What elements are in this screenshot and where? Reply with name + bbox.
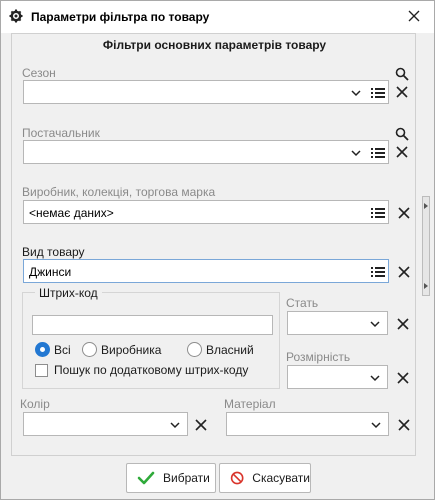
radio-all[interactable]: Всі <box>35 342 71 357</box>
list-icon[interactable] <box>371 147 385 159</box>
material-label: Матеріал <box>224 397 276 411</box>
barcode-group: Штрих-код Всі Виробника Власний Пошук по… <box>22 286 280 389</box>
manufacturer-field[interactable]: <немає даних> <box>23 200 389 224</box>
clear-season-icon[interactable] <box>395 85 409 99</box>
select-button[interactable]: Вибрати <box>126 463 216 493</box>
chevron-down-icon[interactable] <box>368 371 382 385</box>
color-label: Колір <box>20 397 50 411</box>
radio-manufacturer-label: Виробника <box>101 342 162 357</box>
chevron-down-icon[interactable] <box>368 317 382 331</box>
radio-own-label: Власний <box>206 342 254 357</box>
clear-supplier-icon[interactable] <box>395 145 409 159</box>
list-icon[interactable] <box>371 87 385 99</box>
chevron-down-icon[interactable] <box>369 418 383 432</box>
clear-size-icon[interactable] <box>396 371 410 385</box>
panel-header: Фільтри основних параметрів товару <box>102 38 327 52</box>
clear-color-icon[interactable] <box>194 418 208 432</box>
radio-all-dot[interactable] <box>35 342 50 357</box>
clear-product-type-icon[interactable] <box>397 265 411 279</box>
scroll-arrow-icon[interactable] <box>424 283 428 289</box>
size-label: Розмірність <box>286 350 351 364</box>
supplier-field[interactable] <box>23 140 389 164</box>
filter-dialog: Параметри фільтра по товару Фільтри осно… <box>0 0 435 500</box>
material-select[interactable] <box>226 412 389 436</box>
extra-barcode-search-checkbox[interactable]: Пошук по додатковому штрих-коду <box>35 363 248 377</box>
radio-manufacturer-dot[interactable] <box>82 342 97 357</box>
close-icon[interactable] <box>406 8 422 24</box>
size-select[interactable] <box>287 365 388 389</box>
radio-own[interactable]: Власний <box>187 342 254 357</box>
scroll-arrow-icon[interactable] <box>424 203 428 209</box>
gender-label: Стать <box>286 296 319 310</box>
chevron-down-icon[interactable] <box>349 86 363 100</box>
clear-material-icon[interactable] <box>397 418 411 432</box>
gear-icon <box>9 9 23 23</box>
season-label: Сезон <box>22 66 56 80</box>
select-button-label: Вибрати <box>163 471 210 485</box>
search-icon[interactable] <box>395 127 409 141</box>
chevron-down-icon[interactable] <box>168 418 182 432</box>
product-type-label: Вид товару <box>22 245 85 259</box>
cancel-icon <box>230 471 244 485</box>
list-icon[interactable] <box>371 207 385 219</box>
product-type-field[interactable]: Джинси <box>23 259 389 283</box>
extra-barcode-search-label: Пошук по додатковому штрих-коду <box>54 363 249 377</box>
radio-manufacturer[interactable]: Виробника <box>82 342 161 357</box>
radio-own-dot[interactable] <box>187 342 202 357</box>
color-select[interactable] <box>23 412 188 436</box>
checkmark-icon <box>137 471 155 485</box>
chevron-down-icon[interactable] <box>349 146 363 160</box>
barcode-input[interactable] <box>32 315 273 335</box>
product-type-value: Джинси <box>29 265 72 279</box>
supplier-label: Постачальник <box>22 126 100 140</box>
cancel-button-label: Скасувати <box>252 471 310 485</box>
list-icon[interactable] <box>371 266 385 278</box>
manufacturer-value: <немає даних> <box>29 206 114 220</box>
panel-scrollbar[interactable] <box>422 196 430 296</box>
radio-all-label: Всі <box>54 342 71 357</box>
search-icon[interactable] <box>395 67 409 81</box>
clear-manufacturer-icon[interactable] <box>397 206 411 220</box>
title-bar: Параметри фільтра по товару <box>1 1 434 33</box>
gender-select[interactable] <box>287 311 388 335</box>
season-field[interactable] <box>23 80 389 104</box>
extra-barcode-search-box[interactable] <box>35 363 48 377</box>
clear-gender-icon[interactable] <box>396 317 410 331</box>
window-title: Параметри фільтра по товару <box>31 10 210 24</box>
cancel-button[interactable]: Скасувати <box>219 463 311 493</box>
manufacturer-label: Виробник, колекція, торгова марка <box>22 185 216 199</box>
barcode-group-title: Штрих-код <box>35 286 102 300</box>
filter-panel: Фільтри основних параметрів товару Сезон… <box>11 33 416 456</box>
